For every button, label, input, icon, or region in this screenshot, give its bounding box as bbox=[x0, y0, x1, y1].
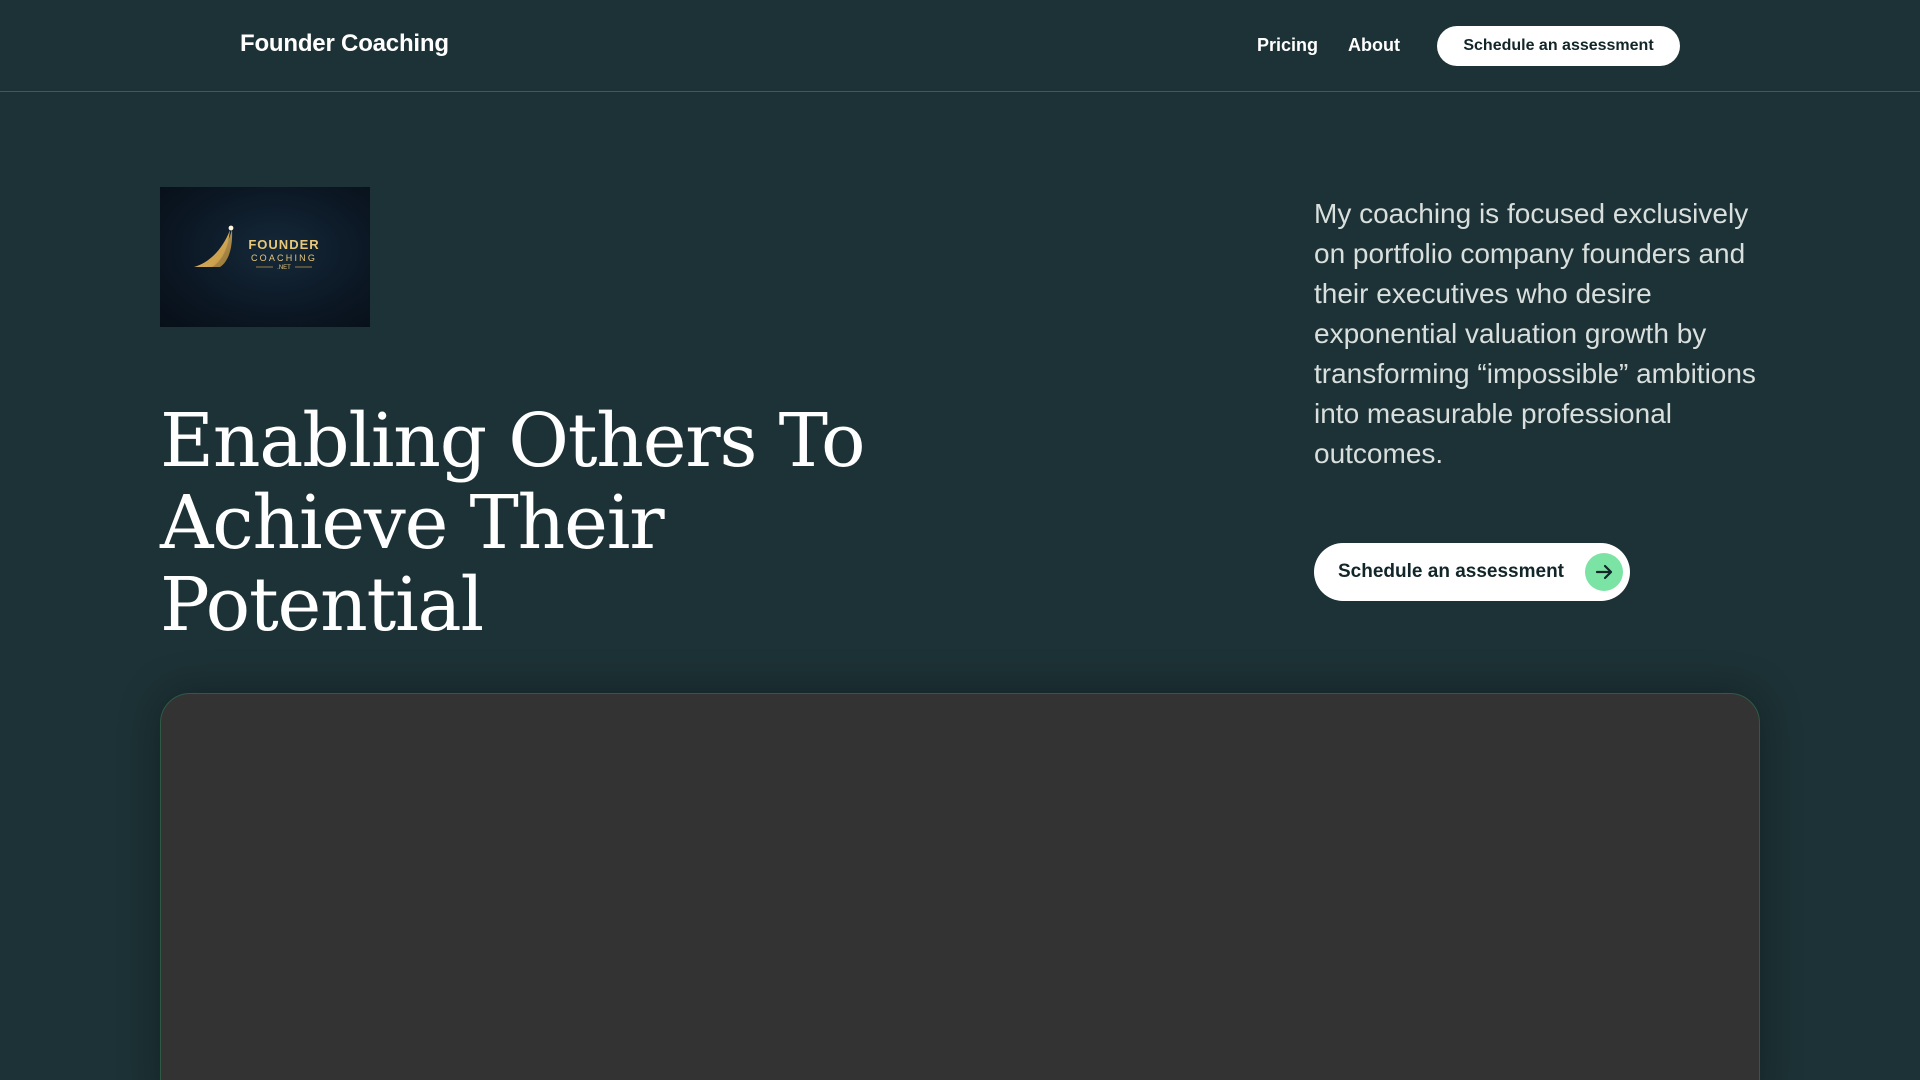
brand-name[interactable]: Founder Coaching bbox=[240, 30, 449, 58]
hero-headline: Enabling Others To Achieve Their Potenti… bbox=[160, 398, 866, 648]
logo-text-net: .NET bbox=[277, 265, 291, 271]
site-header: Founder Coaching Pricing About Schedule … bbox=[0, 0, 1920, 92]
logo-artwork: FOUNDER COACHING .NET bbox=[194, 225, 319, 271]
header-schedule-assessment-button[interactable]: Schedule an assessment bbox=[1437, 26, 1680, 66]
logo-text-founder: FOUNDER bbox=[248, 237, 319, 252]
nav-link-pricing[interactable]: Pricing bbox=[1257, 35, 1318, 56]
media-panel bbox=[160, 693, 1760, 1080]
founder-coaching-logo: FOUNDER COACHING .NET bbox=[160, 187, 370, 327]
arrow-right-icon bbox=[1585, 553, 1623, 591]
hero-cta-label: Schedule an assessment bbox=[1338, 561, 1564, 582]
nav-link-about[interactable]: About bbox=[1348, 35, 1400, 56]
hero-schedule-assessment-button[interactable]: Schedule an assessment bbox=[1314, 543, 1630, 601]
logo-text-coaching: COACHING bbox=[251, 253, 317, 263]
hero-intro-text: My coaching is focused exclusively on po… bbox=[1314, 198, 1756, 469]
